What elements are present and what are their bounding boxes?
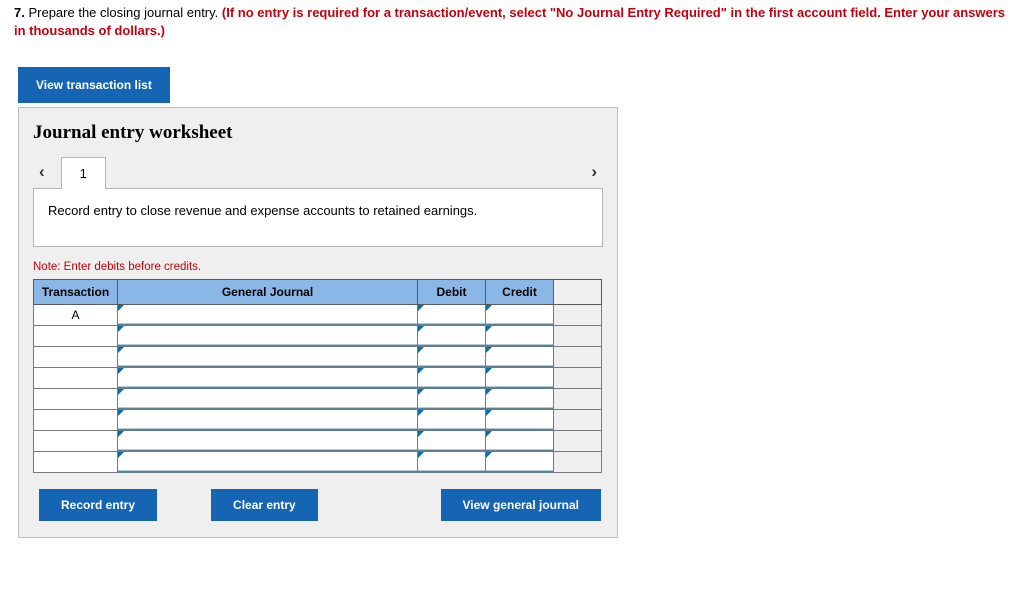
extra-cell [554, 388, 602, 409]
transaction-cell [34, 430, 118, 451]
debit-input[interactable] [418, 430, 486, 451]
journal-entry-worksheet: Journal entry worksheet ‹ 1 › Record ent… [18, 107, 618, 538]
debit-input[interactable] [418, 325, 486, 346]
transaction-cell [34, 451, 118, 472]
debit-input[interactable] [418, 388, 486, 409]
transaction-cell [34, 346, 118, 367]
debit-input[interactable] [418, 451, 486, 472]
extra-cell [554, 305, 602, 326]
debit-input[interactable] [418, 367, 486, 388]
account-dropdown[interactable] [118, 409, 418, 430]
transaction-cell [34, 388, 118, 409]
extra-cell [554, 430, 602, 451]
extra-cell [554, 325, 602, 346]
credit-input[interactable] [486, 367, 554, 388]
tab-row: ‹ 1 › [33, 156, 603, 188]
transaction-cell [34, 367, 118, 388]
debits-before-credits-note: Note: Enter debits before credits. [33, 261, 603, 273]
extra-cell [554, 409, 602, 430]
transaction-cell: A [34, 305, 118, 326]
credit-input[interactable] [486, 305, 554, 326]
col-debit: Debit [418, 280, 486, 305]
account-dropdown[interactable] [118, 305, 418, 326]
debit-input[interactable] [418, 305, 486, 326]
question-text: Prepare the closing journal entry. [28, 5, 218, 20]
credit-input[interactable] [486, 388, 554, 409]
question-prompt: 7. Prepare the closing journal entry. (I… [0, 4, 1030, 59]
journal-grid: Transaction General Journal Debit Credit… [33, 279, 602, 473]
credit-input[interactable] [486, 451, 554, 472]
extra-cell [554, 367, 602, 388]
instruction-box: Record entry to close revenue and expens… [33, 188, 603, 247]
tab-1[interactable]: 1 [61, 157, 106, 189]
account-dropdown[interactable] [118, 451, 418, 472]
col-credit: Credit [486, 280, 554, 305]
extra-cell [554, 451, 602, 472]
view-general-journal-button[interactable]: View general journal [441, 489, 601, 521]
credit-input[interactable] [486, 346, 554, 367]
account-dropdown[interactable] [118, 430, 418, 451]
instruction-text: Record entry to close revenue and expens… [48, 203, 477, 218]
transaction-cell [34, 409, 118, 430]
credit-input[interactable] [486, 325, 554, 346]
next-arrow-icon[interactable]: › [585, 162, 603, 182]
question-number: 7. [14, 5, 25, 20]
debit-input[interactable] [418, 346, 486, 367]
account-dropdown[interactable] [118, 325, 418, 346]
transaction-cell [34, 325, 118, 346]
account-dropdown[interactable] [118, 388, 418, 409]
view-transaction-list-button[interactable]: View transaction list [18, 67, 170, 103]
col-transaction: Transaction [34, 280, 118, 305]
account-dropdown[interactable] [118, 367, 418, 388]
extra-cell [554, 346, 602, 367]
credit-input[interactable] [486, 430, 554, 451]
clear-entry-button[interactable]: Clear entry [211, 489, 318, 521]
account-dropdown[interactable] [118, 346, 418, 367]
credit-input[interactable] [486, 409, 554, 430]
worksheet-title: Journal entry worksheet [33, 122, 603, 144]
col-extra [554, 280, 602, 305]
col-general-journal: General Journal [118, 280, 418, 305]
record-entry-button[interactable]: Record entry [39, 489, 157, 521]
prev-arrow-icon[interactable]: ‹ [33, 162, 51, 182]
debit-input[interactable] [418, 409, 486, 430]
